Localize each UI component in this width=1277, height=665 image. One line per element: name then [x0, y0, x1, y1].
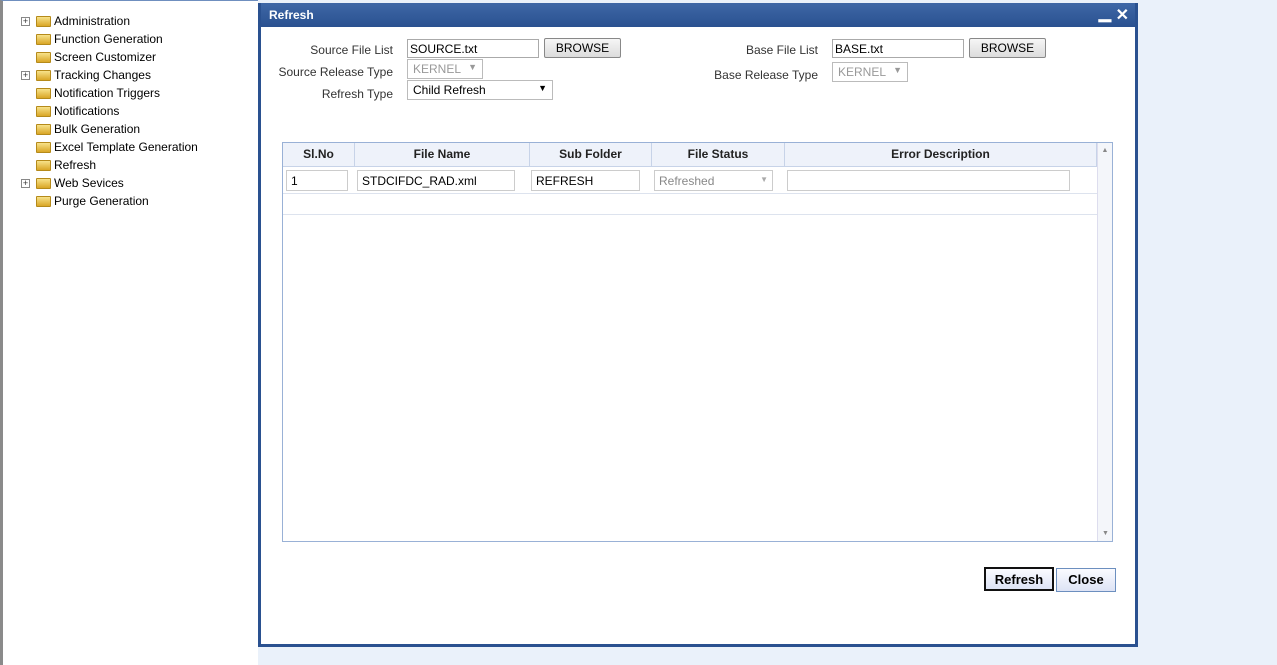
- file-status-select[interactable]: Refreshed ▼: [654, 170, 773, 191]
- tree-item-web-services[interactable]: + Web Sevices: [21, 174, 124, 192]
- tree-item-purge-generation[interactable]: Purge Generation: [21, 192, 149, 210]
- source-file-label: Source File List: [310, 43, 393, 57]
- tree-item-label: Bulk Generation: [54, 122, 141, 136]
- header-file-name: File Name: [355, 143, 530, 166]
- close-button[interactable]: Close: [1056, 568, 1116, 592]
- error-description-cell[interactable]: [787, 170, 1070, 191]
- folder-icon: [36, 69, 51, 81]
- tree-item-label: Excel Template Generation: [54, 140, 198, 154]
- tree-item-label: Web Sevices: [54, 176, 124, 190]
- folder-icon: [36, 123, 51, 135]
- file-grid: Sl.No File Name Sub Folder File Status E…: [282, 142, 1113, 542]
- file-name-cell[interactable]: STDCIFDC_RAD.xml: [357, 170, 515, 191]
- function-tree: + Administration Function Generation Scre…: [0, 0, 258, 665]
- base-file-input[interactable]: BASE.txt: [832, 39, 964, 58]
- folder-icon: [36, 51, 51, 63]
- close-icon[interactable]: ✕: [1116, 5, 1129, 25]
- base-file-label: Base File List: [745, 43, 818, 57]
- tree-item-function-generation[interactable]: Function Generation: [21, 30, 163, 48]
- scroll-up-icon[interactable]: ▲: [1098, 147, 1112, 154]
- tree-item-label: Notifications: [54, 104, 120, 118]
- folder-icon: [36, 159, 51, 171]
- table-row: 1 STDCIFDC_RAD.xml REFRESH Refreshed ▼: [283, 166, 1097, 215]
- tree-item-label: Purge Generation: [54, 194, 149, 208]
- folder-icon: [36, 33, 51, 45]
- chevron-down-icon: ▼: [893, 65, 902, 75]
- folder-icon: [36, 15, 51, 27]
- tree-item-refresh[interactable]: Refresh: [21, 156, 96, 174]
- refresh-type-label: Refresh Type: [321, 87, 393, 101]
- vertical-scrollbar[interactable]: ▲ ▼: [1097, 143, 1112, 541]
- source-browse-button[interactable]: BROWSE: [544, 38, 621, 58]
- tree-item-label: Function Generation: [54, 32, 163, 46]
- folder-icon: [36, 105, 51, 117]
- header-slno: Sl.No: [283, 143, 355, 166]
- source-release-label: Source Release Type: [278, 65, 393, 79]
- folder-icon: [36, 177, 51, 189]
- source-file-input[interactable]: SOURCE.txt: [407, 39, 539, 58]
- source-release-select[interactable]: KERNEL ▼: [407, 59, 483, 79]
- scroll-down-icon[interactable]: ▼: [1098, 530, 1113, 537]
- chevron-down-icon: ▼: [468, 62, 477, 72]
- refresh-button[interactable]: Refresh: [984, 567, 1054, 591]
- minimize-icon[interactable]: ▁: [1099, 3, 1111, 23]
- slno-cell[interactable]: 1: [286, 170, 348, 191]
- base-release-label: Base Release Type: [714, 68, 818, 82]
- tree-item-administration[interactable]: + Administration: [21, 12, 130, 30]
- refresh-dialog: Refresh ▁ ✕ Source File List SOURCE.txt …: [258, 3, 1138, 647]
- expand-icon[interactable]: +: [21, 16, 30, 26]
- tree-item-notification-triggers[interactable]: Notification Triggers: [21, 84, 160, 102]
- tree-item-label: Administration: [54, 14, 131, 28]
- chevron-down-icon: ▼: [760, 175, 768, 184]
- dialog-title-bar[interactable]: Refresh ▁ ✕: [261, 3, 1135, 27]
- refresh-type-select[interactable]: Child Refresh ▼: [407, 80, 553, 100]
- tree-item-label: Tracking Changes: [54, 68, 151, 82]
- chevron-down-icon: ▼: [538, 83, 547, 93]
- folder-icon: [36, 195, 51, 207]
- folder-icon: [36, 141, 51, 153]
- tree-item-notifications[interactable]: Notifications: [21, 102, 119, 120]
- header-error-description: Error Description: [785, 143, 1097, 166]
- tree-item-screen-customizer[interactable]: Screen Customizer: [21, 48, 156, 66]
- tree-item-tracking-changes[interactable]: + Tracking Changes: [21, 66, 151, 84]
- tree-item-label: Notification Triggers: [54, 86, 161, 100]
- folder-icon: [36, 87, 51, 99]
- tree-item-label: Screen Customizer: [54, 50, 157, 64]
- expand-icon[interactable]: +: [21, 178, 30, 188]
- dialog-title: Refresh: [269, 8, 314, 22]
- header-file-status: File Status: [652, 143, 785, 166]
- base-release-select[interactable]: KERNEL ▼: [832, 62, 908, 82]
- sub-folder-cell[interactable]: REFRESH: [531, 170, 640, 191]
- tree-item-label: Refresh: [54, 158, 97, 172]
- base-browse-button[interactable]: BROWSE: [969, 38, 1046, 58]
- tree-item-bulk-generation[interactable]: Bulk Generation: [21, 120, 140, 138]
- tree-item-excel-template-generation[interactable]: Excel Template Generation: [21, 138, 198, 156]
- expand-icon[interactable]: +: [21, 70, 30, 80]
- header-sub-folder: Sub Folder: [530, 143, 652, 166]
